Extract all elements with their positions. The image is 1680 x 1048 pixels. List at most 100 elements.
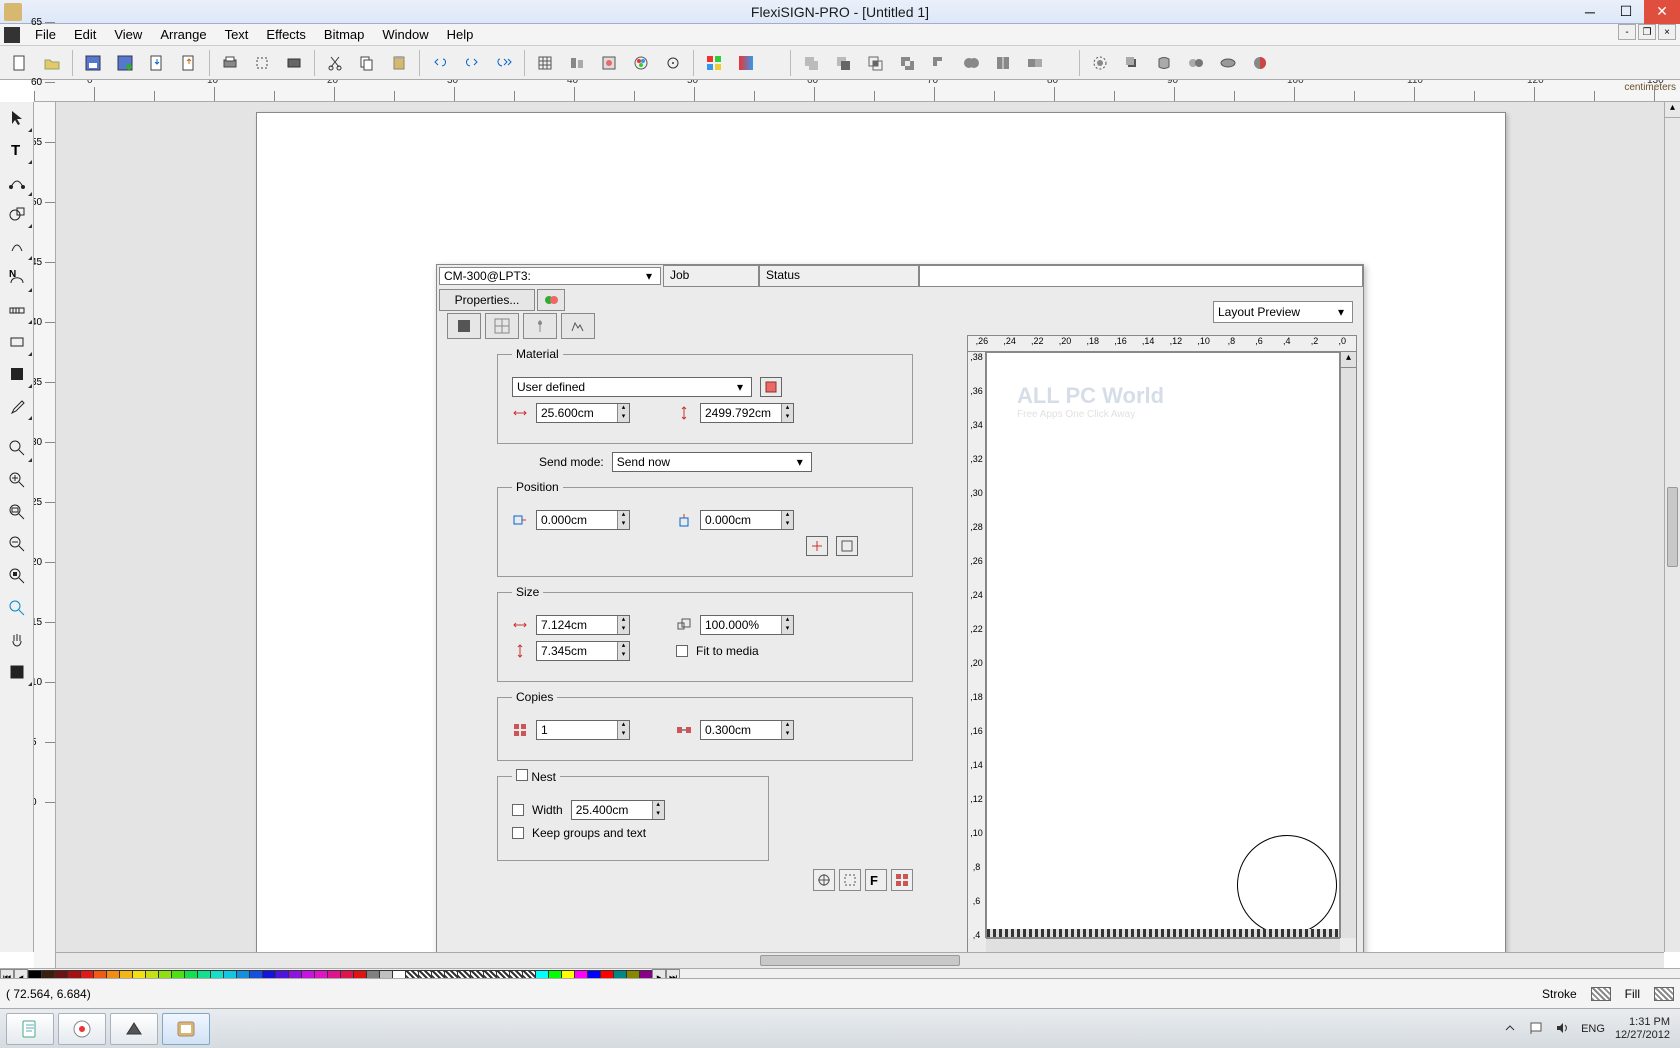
menu-effects[interactable]: Effects [257,27,315,42]
undo-button[interactable] [425,49,455,77]
taskbar-item-2[interactable] [58,1013,106,1045]
zoom-in-tool[interactable] [0,464,34,496]
zoom-page-tool[interactable] [0,496,34,528]
shape-trim-button[interactable] [924,49,954,77]
maximize-button[interactable]: ☐ [1608,0,1644,24]
ruler-vertical[interactable]: 0510152025303540455055606570 [34,102,56,1014]
size-w-input[interactable]: 7.124cm▴▾ [536,615,630,635]
rip-print-button[interactable] [279,49,309,77]
tray-volume-icon[interactable] [1555,1021,1571,1037]
menu-text[interactable]: Text [216,27,258,42]
preview-hscroll[interactable] [986,938,1340,952]
menu-file[interactable]: File [26,27,65,42]
job-info-button[interactable] [537,289,565,311]
redo-all-button[interactable] [489,49,519,77]
nest-width-checkbox[interactable] [512,804,524,816]
effect-color-button[interactable] [1245,49,1275,77]
nest-checkbox[interactable] [516,769,528,781]
tray-lang-indicator[interactable]: ENG [1581,1023,1605,1035]
swatch-button[interactable] [699,49,729,77]
shape-tool[interactable] [0,198,34,230]
canvas-area[interactable]: CM-300@LPT3: ▾ Job Status Properties... … [56,102,1664,952]
poll-size-button[interactable] [760,377,782,397]
shape-combine-button[interactable] [1020,49,1050,77]
color-specs-button[interactable] [626,49,656,77]
ruler-horizontal[interactable]: centimeters -100-90-80-70-60-50-40-30-20… [34,80,1680,102]
keep-groups-checkbox[interactable] [512,827,524,839]
shape-weld-button[interactable] [956,49,986,77]
layout-preview-combo[interactable]: Layout Preview ▾ [1213,301,1353,323]
pencil-tool[interactable] [0,230,34,262]
taskbar-item-flexisign[interactable] [162,1013,210,1045]
menu-bitmap[interactable]: Bitmap [315,27,373,42]
effect-shadow-button[interactable] [1117,49,1147,77]
export-button[interactable] [174,49,204,77]
zoom-selection-tool[interactable] [0,560,34,592]
bezier-tool[interactable] [0,166,34,198]
effect-lens-button[interactable] [1213,49,1243,77]
grid-button[interactable] [530,49,560,77]
fill-tool[interactable] [0,358,34,390]
mdi-minimize-button[interactable]: - [1618,24,1636,40]
gradient-button[interactable] [731,49,761,77]
preview-ruler-h[interactable]: ,26,24,22,20,18,16,14,12,10,8,6,4,2,0 [968,336,1356,352]
effect-blend-button[interactable] [1181,49,1211,77]
fit-to-media-checkbox[interactable] [676,645,688,657]
copy-button[interactable] [352,49,382,77]
fill-swatch[interactable] [1654,987,1674,1001]
tray-clock[interactable]: 1:31 PM 12/27/2012 [1615,1016,1674,1040]
registration-marks-button[interactable] [813,869,835,891]
zoom-out-tool[interactable] [0,528,34,560]
print-button[interactable] [215,49,245,77]
material-height-input[interactable]: 2499.792cm▴▾ [700,403,794,423]
shape-union-button[interactable] [796,49,826,77]
minimize-button[interactable]: ─ [1572,0,1608,24]
import-button[interactable] [142,49,172,77]
properties-button[interactable]: Properties... [439,289,535,311]
preview-vscroll[interactable]: ▴ [1340,352,1356,938]
copy-spacing-input[interactable]: 0.300cm▴▾ [700,720,794,740]
effect-distort-button[interactable] [1149,49,1179,77]
mdi-close-button[interactable]: × [1658,24,1676,40]
show-me-button[interactable] [836,536,858,556]
shape-intersect-button[interactable] [860,49,890,77]
material-type-combo[interactable]: User defined▾ [512,377,752,397]
selection-tool[interactable] [0,102,34,134]
align-button[interactable] [562,49,592,77]
open-button[interactable] [37,49,67,77]
interactive-position-button[interactable] [806,536,828,556]
zoom-tool[interactable] [0,432,34,464]
main-vscroll[interactable]: ▴ [1664,102,1680,952]
tray-chevron-icon[interactable] [1503,1021,1519,1037]
pan-tool[interactable] [0,624,34,656]
menu-edit[interactable]: Edit [65,27,105,42]
shape-exclude-button[interactable] [892,49,922,77]
tab-panel[interactable] [485,313,519,339]
menu-arrange[interactable]: Arrange [151,27,215,42]
crop-tool[interactable] [0,656,34,688]
shape-divide-button[interactable] [988,49,1018,77]
mdi-restore-button[interactable]: ❐ [1638,24,1656,40]
tab-general[interactable] [447,313,481,339]
nest-width-input[interactable]: 25.400cm▴▾ [571,800,665,820]
position-y-input[interactable]: 0.000cm▴▾ [700,510,794,530]
zoom-previous-tool[interactable] [0,592,34,624]
menu-window[interactable]: Window [373,27,437,42]
path-edit-tool[interactable]: N [0,262,34,294]
tray-flag-icon[interactable] [1529,1021,1545,1037]
size-h-input[interactable]: 7.345cm▴▾ [536,641,630,661]
tab-options[interactable] [523,313,557,339]
menu-view[interactable]: View [105,27,151,42]
preview-canvas[interactable]: ALL PC WorldFree Apps One Click Away [986,352,1340,938]
color-picker-button[interactable] [658,49,688,77]
taskbar-item-3[interactable] [110,1013,158,1045]
device-combo[interactable]: CM-300@LPT3: ▾ [439,267,661,285]
shape-subtract-button[interactable] [828,49,858,77]
cut-button[interactable] [320,49,350,77]
menu-help[interactable]: Help [438,27,483,42]
save-button[interactable] [78,49,108,77]
tab-advanced[interactable] [561,313,595,339]
mirror-button[interactable]: F [865,869,887,891]
close-button[interactable]: ✕ [1644,0,1680,24]
preview-ruler-v[interactable]: ,38,36,34,32,30,28,26,24,22,20,18,16,14,… [968,352,986,938]
